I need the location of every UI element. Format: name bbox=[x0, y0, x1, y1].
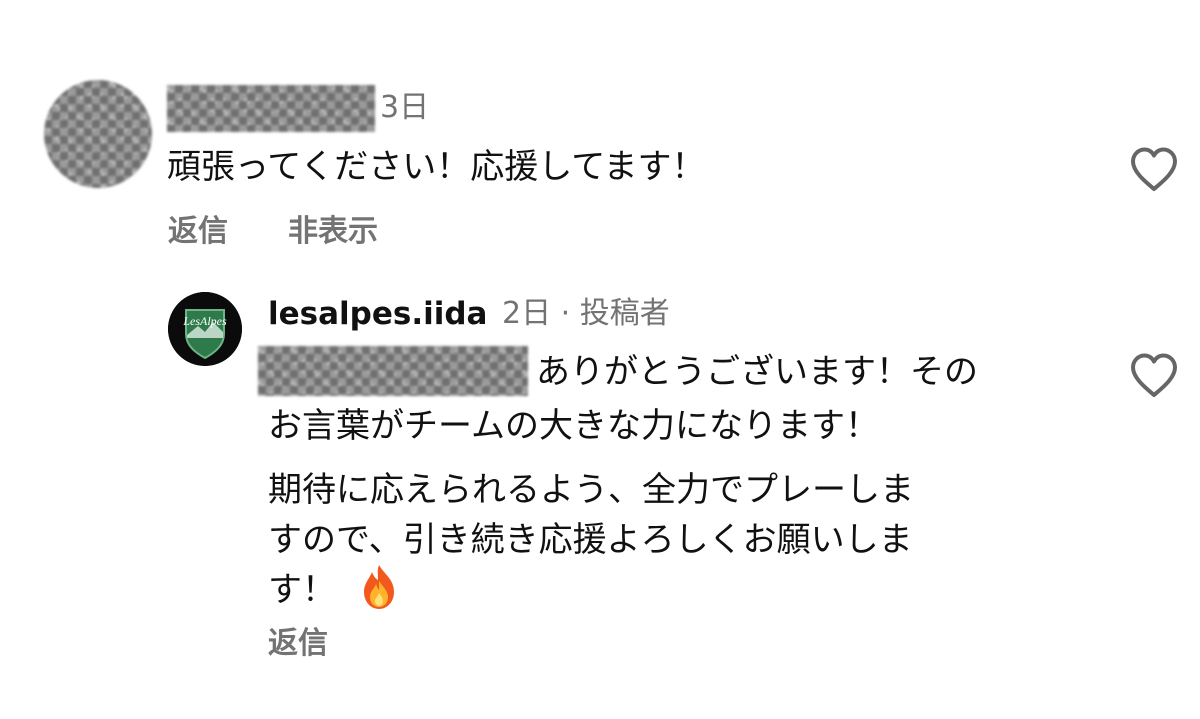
reply-text-line: すので、引き続き応援よろしくお願いしま bbox=[268, 520, 913, 560]
like-heart-icon[interactable] bbox=[1128, 351, 1180, 399]
svg-text:LesAlpes: LesAlpes bbox=[182, 314, 227, 328]
reply-text-line: お言葉がチームの大きな力になります！ bbox=[268, 406, 879, 446]
commenter-username-blurred[interactable] bbox=[167, 85, 375, 132]
commenter-avatar[interactable] bbox=[44, 80, 152, 188]
reply-text-line: す！ bbox=[268, 570, 336, 610]
mention-blurred[interactable] bbox=[258, 346, 528, 396]
like-heart-icon[interactable] bbox=[1128, 145, 1180, 193]
comment-text: 頑張ってください！応援してます！ bbox=[167, 147, 706, 187]
reply-text-line: ありがとうございます！その bbox=[536, 352, 978, 392]
reply-button[interactable]: 返信 bbox=[268, 624, 328, 664]
reply-meta: 2日 · 投稿者 bbox=[502, 296, 670, 331]
reply-button[interactable]: 返信 bbox=[168, 212, 228, 252]
reply-text-line: 期待に応えられるよう、全力でプレーしま bbox=[268, 470, 914, 510]
hide-button[interactable]: 非表示 bbox=[288, 212, 378, 252]
fire-icon bbox=[354, 562, 404, 612]
author-username[interactable]: lesalpes.iida bbox=[268, 293, 487, 335]
author-avatar[interactable]: LesAlpes bbox=[168, 292, 242, 366]
comment-timestamp: 3日 bbox=[380, 90, 430, 125]
